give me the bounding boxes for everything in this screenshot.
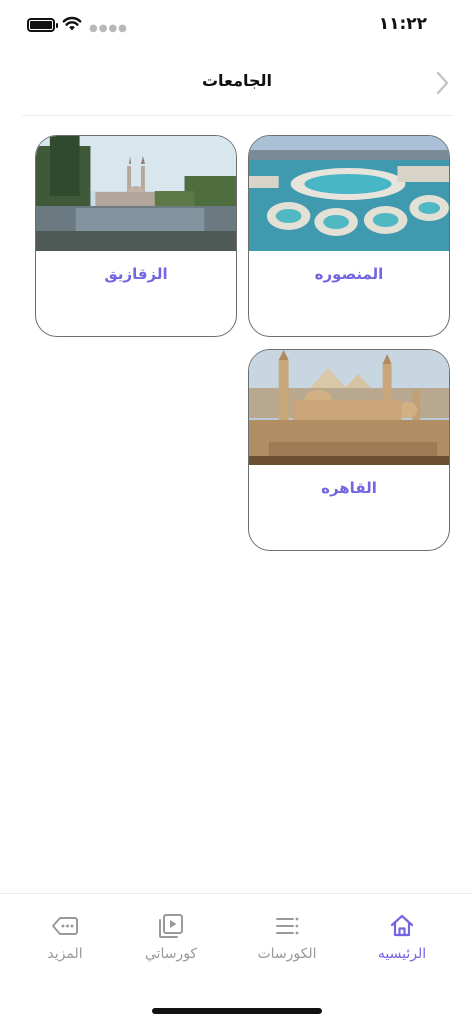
page-title: الجامعات: [201, 71, 273, 90]
status-bar: ●●●● ١١:٢٢: [0, 0, 473, 52]
tab-my-courses-label: كورساتي: [144, 946, 198, 962]
more-tag-icon: [52, 917, 78, 935]
tab-courses-label: الكورسات: [257, 946, 317, 962]
tab-more[interactable]: المزيد: [20, 912, 110, 974]
university-name: المنصوره: [314, 265, 384, 283]
tab-home[interactable]: الرئيسيه: [357, 912, 447, 974]
wifi-icon: [62, 16, 82, 31]
zagazig-photo: [36, 136, 236, 251]
tab-home-label: الرئيسيه: [377, 946, 427, 962]
home-icon: [390, 914, 414, 937]
tab-courses[interactable]: الكورسات: [242, 912, 332, 974]
tab-more-label: المزيد: [47, 946, 83, 962]
status-time: ١١:٢٢: [378, 14, 427, 34]
mansoura-photo: [249, 136, 449, 251]
university-name: الزقازيق: [104, 265, 168, 283]
bottom-tab-bar: الرئيسيه الكورسات كورساتي المزيد: [0, 893, 473, 1024]
university-card-mansoura[interactable]: المنصوره: [248, 135, 450, 337]
video-library-icon: [159, 914, 183, 938]
tab-my-courses[interactable]: كورساتي: [126, 912, 216, 974]
university-card-cairo[interactable]: القاهره: [248, 349, 450, 551]
chevron-right-icon[interactable]: [430, 68, 454, 98]
home-indicator[interactable]: [152, 1008, 322, 1014]
battery-icon: [27, 18, 58, 32]
cairo-photo: [249, 350, 449, 465]
page-header: الجامعات: [22, 56, 452, 116]
university-card-zagazig[interactable]: الزقازيق: [35, 135, 237, 337]
cellular-signal-icon: ●●●●: [89, 23, 128, 34]
university-name: القاهره: [321, 479, 377, 497]
list-icon: [276, 917, 299, 935]
